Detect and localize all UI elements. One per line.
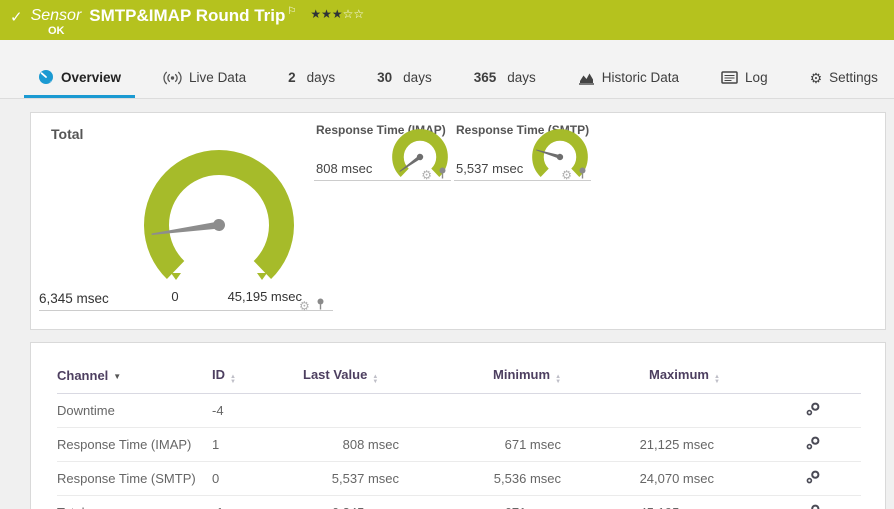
sort-icon: ▲ ▼: [372, 374, 379, 385]
column-header-id[interactable]: ID ▲ ▼: [212, 367, 303, 394]
table-row: Total -1 6,345 msec 671 msec 45,195 msec: [57, 495, 861, 509]
sensor-kind-label: Sensor: [30, 7, 82, 24]
tab-2-days[interactable]: 2 days: [274, 61, 349, 98]
sensor-title: SMTP&IMAP Round Trip ⚐: [89, 6, 297, 25]
channel-settings-icon[interactable]: [805, 503, 821, 509]
channel-settings-icon[interactable]: [805, 435, 821, 454]
channel-maximum: 45,195 msec: [561, 495, 714, 509]
scale-max-marker: [257, 273, 267, 280]
gauge-gear-icon[interactable]: ⚙: [421, 168, 432, 182]
sort-icon: ▲ ▼: [230, 374, 236, 385]
channel-id: -1: [212, 495, 303, 509]
channel-maximum: 21,125 msec: [561, 427, 714, 462]
tab-365-days-number: 365: [473, 70, 497, 85]
table-row: Response Time (IMAP) 1 808 msec 671 msec…: [57, 427, 861, 462]
smtp-gauge-block: Response Time (SMTP) 5,537 msec ⚙: [454, 113, 591, 329]
channel-minimum: 671 msec: [399, 427, 561, 462]
channel-last-value: 6,345 msec: [303, 495, 399, 509]
channel-id: -4: [212, 393, 303, 428]
total-gauge-max-label: 45,195 msec: [227, 289, 302, 304]
status-check-icon: ✓: [10, 9, 23, 26]
total-gauge-divider: [39, 310, 333, 311]
channel-minimum: 671 msec: [399, 495, 561, 509]
column-header-tools: [714, 367, 861, 394]
gauge-gear-icon[interactable]: ⚙: [561, 168, 572, 182]
gear-icon: ⚙: [809, 69, 823, 86]
channel-name[interactable]: Response Time (SMTP): [57, 461, 212, 496]
tab-overview[interactable]: Overview: [24, 60, 136, 98]
tab-settings[interactable]: ⚙ Settings: [796, 61, 892, 98]
flag-icon[interactable]: ⚐: [287, 6, 296, 17]
tab-historic-data[interactable]: Historic Data: [564, 61, 693, 98]
tab-2-days-number: 2: [288, 70, 296, 85]
table-row: Response Time (SMTP) 0 5,537 msec 5,536 …: [57, 461, 861, 496]
tab-365-days[interactable]: 365 days: [460, 61, 550, 98]
table-row: Downtime -4: [57, 393, 861, 428]
tab-30-days-number: 30: [377, 70, 393, 85]
channel-last-value: 5,537 msec: [303, 461, 399, 496]
total-gauge-value: 6,345 msec: [39, 291, 109, 306]
tab-log-label: Log: [745, 70, 768, 85]
channel-name[interactable]: Total: [57, 495, 212, 509]
tab-overview-label: Overview: [61, 69, 122, 85]
tab-settings-label: Settings: [829, 70, 878, 85]
gauge-gear-icon[interactable]: ⚙: [299, 299, 310, 313]
tab-live-data-label: Live Data: [189, 70, 247, 85]
total-gauge: [144, 150, 294, 279]
channel-settings-icon[interactable]: [805, 401, 821, 420]
column-header-minimum[interactable]: Minimum ▲ ▼: [399, 367, 561, 394]
total-gauge-min-label: 0: [171, 289, 179, 304]
table-header-row: Channel ▼ ID ▲ ▼ Last Value ▲ ▼ Minimum ▲ ▼ Max…: [57, 367, 861, 394]
tab-365-days-label: days: [507, 70, 536, 85]
log-icon: [721, 71, 738, 84]
column-header-last-value[interactable]: Last Value ▲ ▼: [303, 367, 399, 394]
channel-table: Channel ▼ ID ▲ ▼ Last Value ▲ ▼ Minimum ▲ ▼ Max…: [57, 367, 861, 509]
tab-30-days[interactable]: 30 days: [363, 61, 446, 98]
area-chart-icon: [578, 71, 595, 85]
status-badge: OK: [48, 25, 65, 37]
priority-stars[interactable]: ★★★☆☆: [310, 7, 364, 21]
tab-30-days-label: days: [403, 70, 432, 85]
channel-maximum: 24,070 msec: [561, 461, 714, 496]
channel-minimum: [399, 393, 561, 428]
imap-gauge-value: 808 msec: [316, 161, 373, 176]
sensor-header: ✓ Sensor SMTP&IMAP Round Trip ⚐ ★★★☆☆ OK: [0, 0, 894, 40]
sort-desc-icon: ▼: [113, 372, 122, 381]
total-gauge-title: Total: [51, 126, 84, 142]
tab-log[interactable]: Log: [707, 61, 782, 98]
channel-settings-icon[interactable]: [805, 469, 821, 488]
channel-name[interactable]: Downtime: [57, 393, 212, 428]
tab-live-data[interactable]: Live Data: [149, 61, 260, 98]
overview-gauges-panel: Total 6,345 msec 0 45,195 msec ⚙ Respons…: [30, 112, 886, 330]
pin-icon[interactable]: [438, 166, 447, 184]
stars-filled: ★★★: [310, 7, 343, 21]
sort-icon: ▲ ▼: [713, 374, 720, 385]
channel-maximum: [561, 393, 714, 428]
imap-gauge-block: Response Time (IMAP) 808 msec ⚙: [314, 113, 451, 329]
stars-empty: ☆☆: [342, 7, 365, 21]
sort-icon: ▲ ▼: [555, 374, 562, 385]
channel-last-value: 808 msec: [303, 427, 399, 462]
smtp-gauge-value: 5,537 msec: [456, 161, 524, 176]
tab-2-days-label: days: [306, 70, 336, 85]
tab-bar: Overview Live Data 2 days 30 days 365 da…: [0, 40, 894, 99]
channel-name[interactable]: Response Time (IMAP): [57, 427, 212, 462]
tab-historic-data-label: Historic Data: [601, 70, 680, 85]
column-header-maximum[interactable]: Maximum ▲ ▼: [561, 367, 720, 394]
channel-id: 0: [212, 461, 303, 496]
scale-min-marker: [171, 273, 181, 280]
gauge-icon: [38, 69, 54, 85]
column-header-channel[interactable]: Channel ▼: [57, 367, 212, 394]
pin-icon[interactable]: [578, 166, 587, 184]
channel-id: 1: [212, 427, 303, 462]
channel-last-value: [303, 393, 399, 428]
channel-minimum: 5,536 msec: [399, 461, 561, 496]
live-icon: [163, 71, 182, 85]
channel-table-panel: Channel ▼ ID ▲ ▼ Last Value ▲ ▼ Minimum ▲ ▼ Max…: [30, 342, 886, 509]
